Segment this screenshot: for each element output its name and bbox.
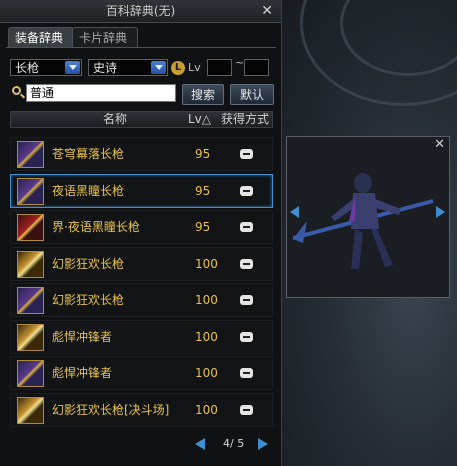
column-name[interactable]: 名称 [103, 112, 127, 127]
search-icon [12, 86, 21, 95]
table-header: 名称 Lv△ 获得方式 [10, 111, 273, 128]
acquire-method-icon[interactable] [240, 331, 253, 342]
tab-card[interactable]: 卡片辞典 [72, 27, 138, 48]
item-preview-panel: ✕ [286, 136, 450, 298]
item-level: 100 [195, 256, 218, 271]
page-indicator: 4/ 5 [223, 437, 245, 450]
table-row[interactable]: 幻影狂欢长枪 100 [10, 246, 273, 281]
acquire-method-icon[interactable] [240, 295, 253, 305]
spear-icon-gold [17, 250, 44, 278]
spear-icon-purple [17, 141, 44, 168]
column-level[interactable]: Lv△ [188, 112, 211, 127]
tab-equipment[interactable]: 装备辞典 [8, 27, 74, 48]
spear-icon-red [17, 214, 44, 241]
acquire-method-icon[interactable] [240, 258, 253, 269]
item-name: 界·夜语黑瞳长枪 [52, 220, 140, 234]
level-range-separator: ~ [235, 56, 245, 69]
default-button[interactable]: 默认 [230, 84, 274, 105]
acquire-method-icon[interactable] [240, 222, 253, 232]
table-row[interactable]: 幻影狂欢长枪[决斗场] 100 [10, 392, 273, 427]
spear-icon-purple [17, 360, 44, 387]
item-name: 幻影狂欢长枪 [52, 293, 125, 307]
tab-divider [6, 47, 276, 48]
item-level: 100 [195, 293, 218, 307]
level-label: Lv [188, 61, 201, 74]
close-icon[interactable]: ✕ [261, 0, 273, 22]
item-level: 100 [195, 402, 218, 417]
acquire-method-icon[interactable] [240, 149, 253, 159]
chevron-down-icon[interactable] [151, 61, 166, 74]
character-preview-image [293, 173, 434, 269]
rarity-value: 史诗 [93, 61, 118, 75]
window-title: 百科辞典(无) [105, 4, 176, 18]
table-row[interactable]: 界·夜语黑瞳长枪 95 [10, 210, 273, 244]
item-name: 彪悍冲锋者 [52, 366, 113, 380]
spear-icon-gold [17, 323, 44, 351]
weapon-type-select[interactable]: 长枪 [10, 59, 82, 76]
item-level: 100 [195, 366, 218, 380]
level-to-input[interactable] [244, 59, 269, 76]
item-name: 夜语黑瞳长枪 [52, 183, 125, 198]
rarity-select[interactable]: 史诗 [88, 59, 168, 76]
spear-icon-purple [17, 177, 44, 205]
level-from-input[interactable] [207, 59, 232, 76]
item-name: 苍穹幕落长枪 [52, 147, 125, 161]
item-level: 95 [195, 183, 211, 198]
column-acquire: 获得方式 [221, 112, 270, 126]
table-row[interactable]: 幻影狂欢长枪 100 [10, 283, 273, 317]
tab-card-label: 卡片辞典 [79, 31, 128, 45]
encyclopedia-window: 百科辞典(无) ✕ 装备辞典 卡片辞典 长枪 史诗 L Lv ~ 普通 搜索 默… [0, 0, 282, 466]
window-titlebar[interactable]: 百科辞典(无) ✕ [0, 0, 281, 23]
table-row[interactable]: 夜语黑瞳长枪 95 [10, 173, 273, 208]
acquire-method-icon[interactable] [240, 404, 253, 415]
weapon-type-value: 长枪 [15, 61, 40, 75]
next-page-icon[interactable] [258, 438, 268, 450]
acquire-method-icon[interactable] [240, 185, 253, 196]
chevron-down-icon[interactable] [65, 61, 80, 74]
level-icon: L [171, 61, 185, 75]
spear-icon-purple [17, 287, 44, 314]
item-name: 幻影狂欢长枪[决斗场] [52, 402, 170, 417]
item-name: 幻影狂欢长枪 [52, 256, 125, 271]
table-row[interactable]: 彪悍冲锋者 100 [10, 356, 273, 390]
search-button[interactable]: 搜索 [182, 84, 224, 105]
item-level: 100 [195, 329, 218, 344]
item-level: 95 [195, 220, 211, 234]
search-input[interactable]: 普通 [26, 84, 176, 102]
table-row[interactable]: 彪悍冲锋者 100 [10, 319, 273, 354]
acquire-method-icon[interactable] [240, 368, 253, 378]
tab-equipment-label: 装备辞典 [15, 31, 64, 45]
prev-page-icon[interactable] [195, 438, 205, 450]
spear-icon-gold [17, 396, 44, 424]
close-icon[interactable]: ✕ [434, 137, 445, 152]
item-name: 彪悍冲锋者 [52, 329, 113, 344]
table-row[interactable]: 苍穹幕落长枪 95 [10, 137, 273, 171]
item-level: 95 [195, 147, 211, 161]
